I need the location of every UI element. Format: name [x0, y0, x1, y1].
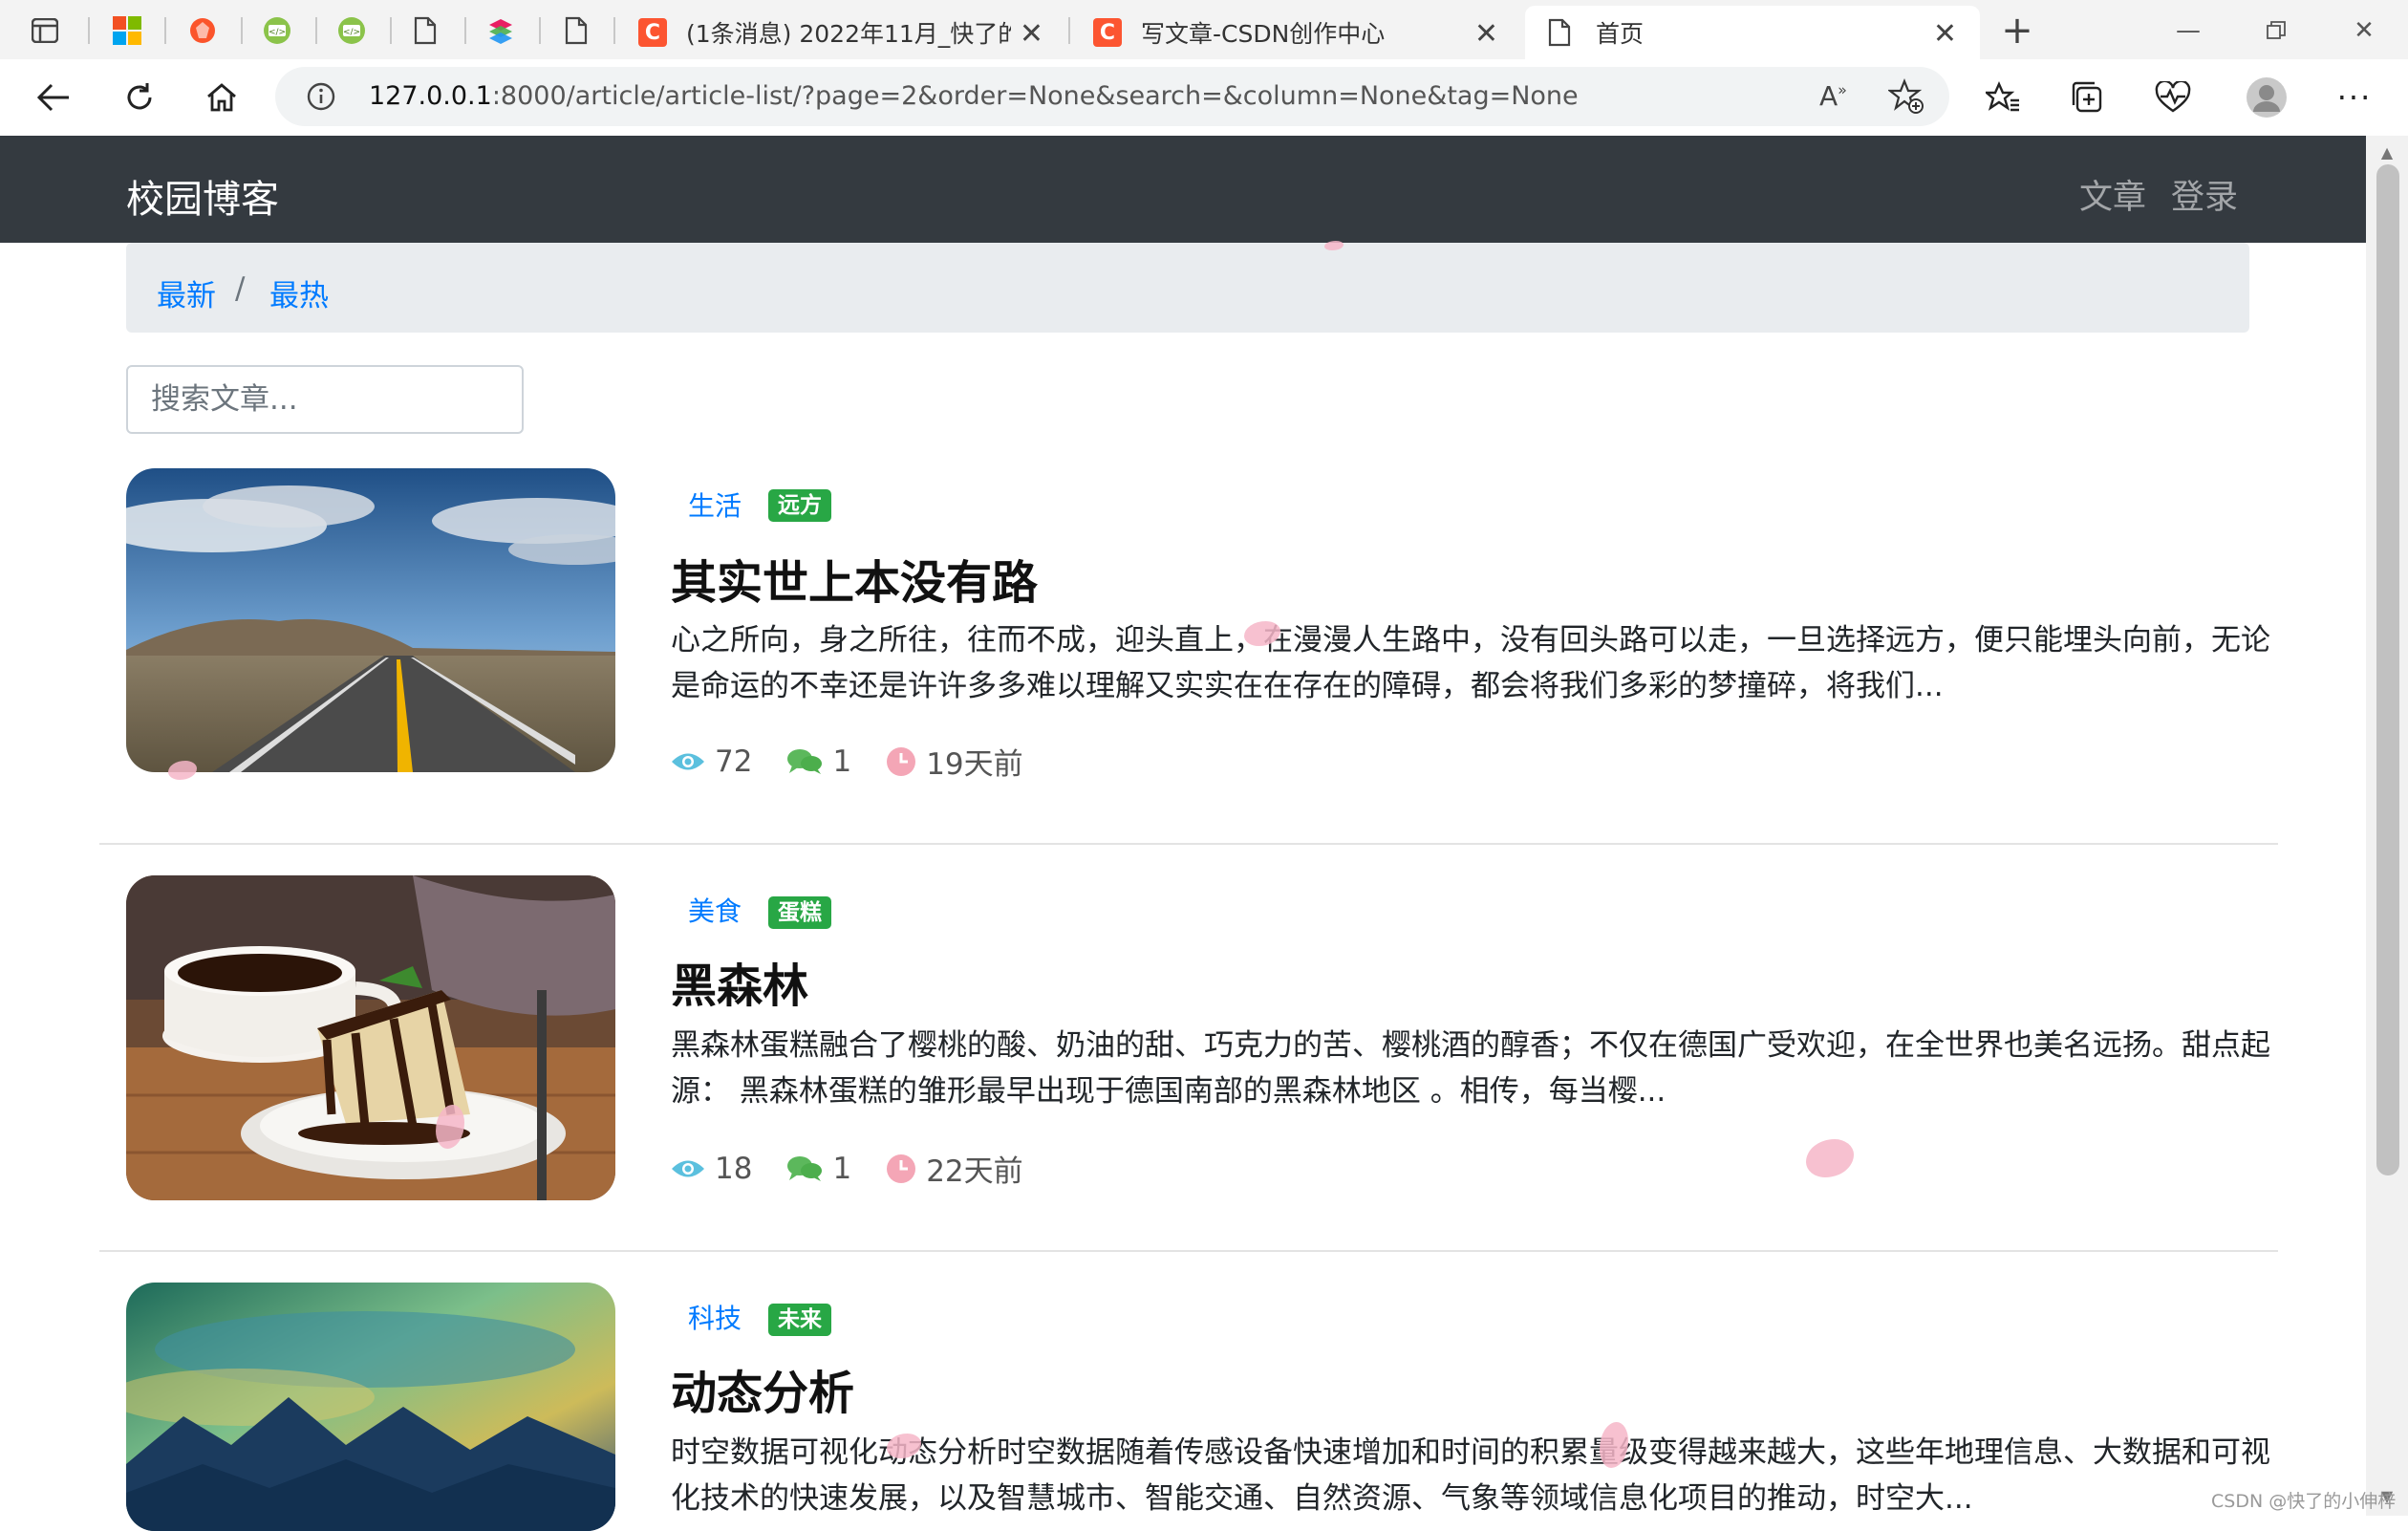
- page-icon-2[interactable]: [560, 14, 592, 47]
- article-column-link[interactable]: 科技: [688, 1298, 742, 1336]
- comment-count: 1: [832, 1151, 852, 1186]
- back-icon[interactable]: [31, 75, 76, 120]
- csdn-watermark: CSDN @快了的小伸梓: [2211, 1491, 2397, 1512]
- comment-count: 1: [832, 744, 852, 779]
- csdn-icon: C: [638, 18, 667, 47]
- site-info-icon[interactable]: [306, 81, 336, 116]
- page-scrollbar[interactable]: ▲ ▼: [2366, 136, 2408, 1516]
- article-divider: [99, 1250, 2278, 1252]
- windows-app-icon[interactable]: [111, 14, 143, 47]
- clock-icon: [886, 1154, 916, 1184]
- scroll-up-icon[interactable]: ▲: [2377, 143, 2397, 162]
- refresh-icon[interactable]: [117, 75, 162, 120]
- page-icon: [1548, 18, 1571, 47]
- more-menu-icon[interactable]: ···: [2332, 75, 2377, 120]
- sort-newest-link[interactable]: 最新: [157, 271, 216, 314]
- home-icon[interactable]: [199, 75, 245, 120]
- collections-icon[interactable]: [2064, 75, 2110, 120]
- brave-lion-icon[interactable]: [186, 14, 219, 47]
- view-count: 18: [715, 1151, 753, 1186]
- scroll-thumb[interactable]: [2376, 164, 2399, 1175]
- comments-icon: [786, 1154, 823, 1183]
- article-divider: [99, 843, 2278, 845]
- url-field[interactable]: 127.0.0.1:8000/article/article-list/?pag…: [275, 67, 1949, 126]
- article-item: 生活 远方 其实世上本没有路 心之所向，身之所往，往而不成，迎头直上，在漫漫人生…: [99, 468, 2278, 784]
- tab-actions-icon[interactable]: [29, 14, 61, 47]
- code-app-icon-2[interactable]: </>: [335, 14, 368, 47]
- close-window-icon[interactable]: ✕: [2335, 10, 2393, 52]
- stack-app-icon[interactable]: [484, 14, 517, 47]
- nav-articles-link[interactable]: 文章: [2079, 170, 2146, 219]
- article-thumbnail[interactable]: [126, 1283, 615, 1531]
- eye-icon: [671, 751, 705, 772]
- article-meta: 18 1 22天前: [671, 1147, 1023, 1190]
- address-bar: 127.0.0.1:8000/article/article-list/?pag…: [0, 59, 2408, 138]
- article-item: 科技 未来 动态分析 时空数据可视化动态分析时空数据随着传感设备快速增加和时间的…: [99, 1283, 2278, 1531]
- publish-time: 19天前: [926, 747, 1023, 782]
- close-icon[interactable]: ✕: [1933, 17, 1957, 51]
- tab-csdn-messages[interactable]: C (1条消息) 2022年11月_快了的小 ✕: [617, 6, 1066, 59]
- tab-title: (1条消息) 2022年11月_快了的小: [686, 20, 1011, 48]
- article-column-link[interactable]: 生活: [688, 485, 742, 524]
- article-column-link[interactable]: 美食: [688, 891, 742, 929]
- health-icon[interactable]: [2150, 75, 2196, 120]
- breadcrumb: 最新 / 最热: [126, 243, 2249, 333]
- tab-title: 写文章-CSDN创作中心: [1141, 20, 1386, 48]
- article-title[interactable]: 其实世上本没有路: [671, 545, 1038, 612]
- publish-time: 22天前: [926, 1154, 1023, 1189]
- svg-text:</>: </>: [269, 28, 286, 37]
- clock-icon: [886, 746, 916, 777]
- url-text: 127.0.0.1:8000/article/article-list/?pag…: [369, 81, 1579, 111]
- minimize-icon[interactable]: —: [2160, 10, 2217, 52]
- article-tag-badge[interactable]: 蛋糕: [768, 896, 831, 929]
- restore-icon[interactable]: [2247, 10, 2305, 52]
- article-title[interactable]: 黑森林: [671, 948, 808, 1015]
- article-thumbnail[interactable]: [126, 468, 615, 772]
- site-navbar: 校园博客 文章 登录: [0, 136, 2366, 243]
- new-tab-icon[interactable]: +: [2001, 9, 2033, 53]
- profile-avatar-icon[interactable]: [2244, 75, 2290, 120]
- csdn-icon: C: [1093, 18, 1122, 47]
- close-icon[interactable]: ✕: [1474, 17, 1498, 51]
- article-item: 美食 蛋糕 黑森林 黑森林蛋糕融合了樱桃的酸、奶油的甜、巧克力的苦、樱桃酒的醇香…: [99, 875, 2278, 1200]
- browser-tab-bar: </> </> C (1条消息) 2022年11月_快了的小 ✕ C 写文章-C…: [0, 0, 2408, 59]
- site-brand[interactable]: 校园博客: [126, 168, 279, 224]
- svg-text:</>: </>: [343, 28, 360, 37]
- sort-hottest-link[interactable]: 最热: [269, 271, 329, 314]
- comments-icon: [786, 747, 823, 776]
- article-title[interactable]: 动态分析: [671, 1355, 854, 1422]
- close-icon[interactable]: ✕: [1020, 17, 1043, 51]
- article-thumbnail[interactable]: [126, 875, 615, 1200]
- favorites-icon[interactable]: [1980, 75, 2026, 120]
- tab-title: 首页: [1596, 20, 1645, 48]
- breadcrumb-separator: /: [235, 271, 246, 306]
- article-meta: 72 1 19天前: [671, 740, 1023, 783]
- read-aloud-icon[interactable]: A»: [1819, 80, 1847, 112]
- add-favorite-icon[interactable]: [1886, 78, 1924, 119]
- search-input[interactable]: [126, 365, 524, 434]
- nav-login-link[interactable]: 登录: [2171, 170, 2238, 219]
- article-tag-badge[interactable]: 远方: [768, 489, 831, 522]
- eye-icon: [671, 1158, 705, 1179]
- code-app-icon[interactable]: </>: [261, 14, 293, 47]
- tab-csdn-write[interactable]: C 写文章-CSDN创作中心 ✕: [1072, 6, 1521, 59]
- view-count: 72: [715, 744, 753, 779]
- article-tag-badge[interactable]: 未来: [768, 1304, 831, 1336]
- page-icon[interactable]: [409, 14, 441, 47]
- article-summary: 黑森林蛋糕融合了樱桃的酸、奶油的甜、巧克力的苦、樱桃酒的醇香；不仅在德国广受欢迎…: [671, 1028, 2270, 1109]
- article-summary: 心之所向，身之所往，往而不成，迎头直上，在漫漫人生路中，没有回头路可以走，一旦选…: [671, 623, 2270, 703]
- tab-home[interactable]: 首页 ✕: [1525, 6, 1980, 59]
